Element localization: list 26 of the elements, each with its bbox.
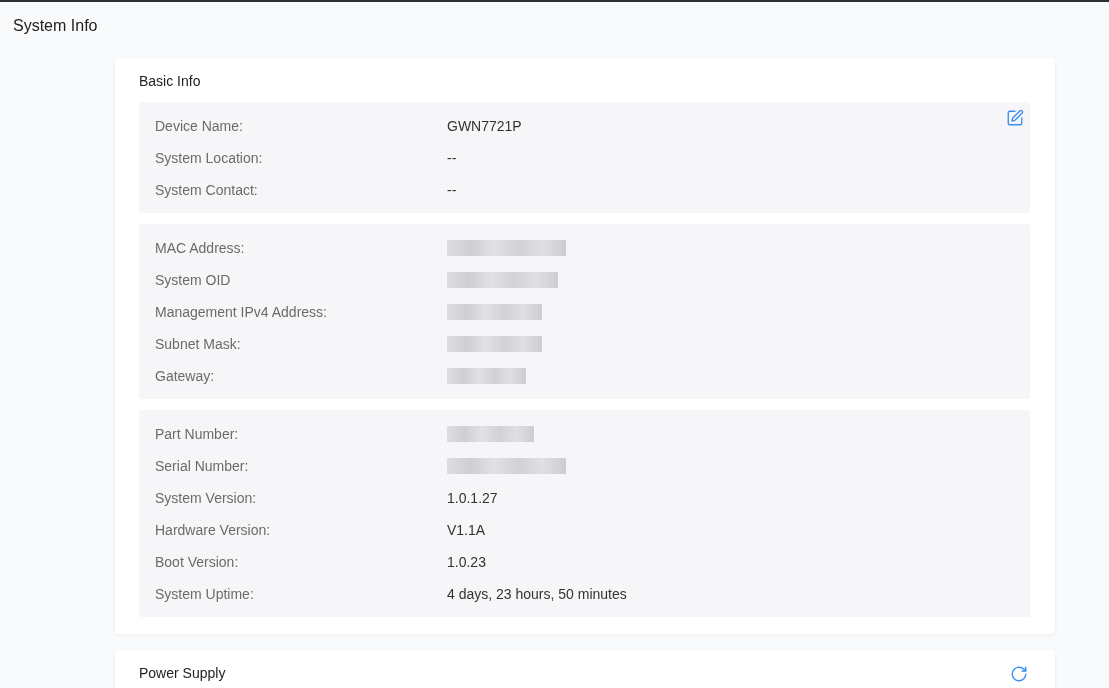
field-label: Boot Version: (155, 552, 240, 572)
field-label: System Location: (155, 148, 264, 168)
field-label: Gateway: (155, 366, 216, 386)
field-label: System OID (155, 270, 232, 290)
field-label: System Contact: (155, 180, 259, 200)
page-title: System Info (13, 16, 99, 36)
field-label: Part Number: (155, 424, 240, 444)
field-label: System Uptime: (155, 584, 255, 604)
field-value: 4 days, 23 hours, 50 minutes (447, 584, 627, 604)
field-value: -- (447, 148, 457, 168)
field-value: 1.0.1.27 (447, 488, 498, 508)
field-label: Hardware Version: (155, 520, 272, 540)
field-value: -- (447, 180, 457, 200)
field-value: GWN7721P (447, 116, 522, 136)
edit-icon[interactable] (1006, 109, 1024, 127)
field-label: Serial Number: (155, 456, 250, 476)
field-value: V1.1A (447, 520, 486, 540)
card-title: Basic Info (139, 72, 202, 91)
card-title: Power Supply (139, 664, 226, 683)
field-value: 1.0.23 (447, 552, 486, 572)
field-label: Device Name: (155, 116, 244, 136)
field-label: System Version: (155, 488, 258, 508)
field-label: Subnet Mask: (155, 334, 242, 354)
field-label: Management IPv4 Address: (155, 302, 328, 322)
field-label: MAC Address: (155, 238, 246, 258)
refresh-icon[interactable] (1010, 665, 1028, 683)
